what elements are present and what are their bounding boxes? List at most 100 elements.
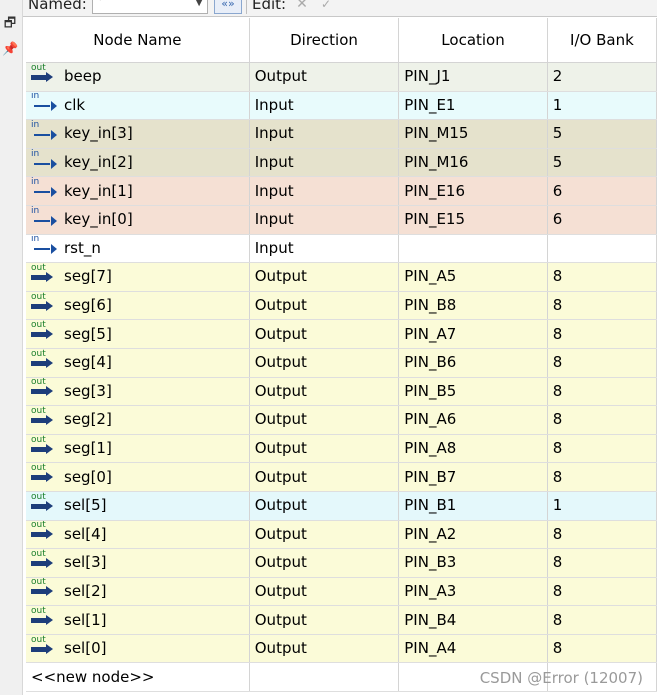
io-bank-cell[interactable]: 5 <box>547 148 657 178</box>
direction-cell[interactable]: Output <box>249 377 400 407</box>
io-bank-cell[interactable]: 6 <box>547 176 657 206</box>
node-name-cell[interactable]: out seg[1] <box>26 434 250 464</box>
node-name-cell[interactable]: out beep <box>26 62 250 92</box>
location-cell[interactable]: PIN_A7 <box>398 319 548 349</box>
io-bank-cell[interactable]: 8 <box>547 348 657 378</box>
empty-cell[interactable] <box>249 662 400 693</box>
location-cell[interactable]: PIN_A2 <box>398 520 548 550</box>
node-name-cell[interactable]: in key_in[3] <box>26 119 250 149</box>
node-name-cell[interactable]: out seg[4] <box>26 348 250 378</box>
location-cell[interactable]: PIN_B3 <box>398 548 548 578</box>
location-cell[interactable]: PIN_E15 <box>398 205 548 235</box>
io-bank-cell[interactable]: 8 <box>547 405 657 435</box>
table-row[interactable]: out seg[0] Output PIN_B7 8 <box>26 462 657 492</box>
location-cell[interactable]: PIN_E16 <box>398 176 548 206</box>
location-cell[interactable]: PIN_E1 <box>398 91 548 121</box>
location-cell[interactable]: PIN_B4 <box>398 605 548 635</box>
location-cell[interactable]: PIN_A3 <box>398 577 548 607</box>
node-name-cell[interactable]: out seg[2] <box>26 405 250 435</box>
location-cell[interactable]: PIN_B5 <box>398 377 548 407</box>
direction-cell[interactable]: Input <box>249 148 400 178</box>
table-row[interactable]: in rst_n Input <box>26 234 657 264</box>
table-row[interactable]: out seg[1] Output PIN_A8 8 <box>26 434 657 464</box>
direction-cell[interactable]: Output <box>249 577 400 607</box>
column-header-node-name[interactable]: Node Name <box>26 18 250 63</box>
cancel-edit-icon[interactable]: ✕ <box>292 0 312 14</box>
table-row[interactable]: out seg[5] Output PIN_A7 8 <box>26 319 657 349</box>
direction-cell[interactable]: Output <box>249 62 400 92</box>
table-row[interactable]: out seg[4] Output PIN_B6 8 <box>26 348 657 378</box>
node-name-cell[interactable]: in key_in[1] <box>26 176 250 206</box>
direction-cell[interactable]: Output <box>249 262 400 292</box>
node-name-cell[interactable]: out seg[3] <box>26 377 250 407</box>
accept-edit-icon[interactable]: ✓ <box>316 0 336 14</box>
chevron-down-icon[interactable]: ▼ <box>195 0 203 8</box>
io-bank-cell[interactable]: 8 <box>547 262 657 292</box>
node-name-cell[interactable]: out seg[7] <box>26 262 250 292</box>
io-bank-cell[interactable]: 8 <box>547 434 657 464</box>
location-cell[interactable]: PIN_A5 <box>398 262 548 292</box>
node-name-cell[interactable]: out seg[6] <box>26 291 250 321</box>
node-name-cell[interactable]: in rst_n <box>26 234 250 264</box>
io-bank-cell[interactable]: 8 <box>547 319 657 349</box>
node-name-cell[interactable]: in key_in[2] <box>26 148 250 178</box>
io-bank-cell[interactable]: 5 <box>547 119 657 149</box>
node-name-cell[interactable]: out sel[2] <box>26 577 250 607</box>
direction-cell[interactable]: Input <box>249 119 400 149</box>
node-name-cell[interactable]: out sel[1] <box>26 605 250 635</box>
table-row[interactable]: out seg[6] Output PIN_B8 8 <box>26 291 657 321</box>
io-bank-cell[interactable]: 8 <box>547 462 657 492</box>
direction-cell[interactable]: Output <box>249 491 400 521</box>
io-bank-cell[interactable]: 8 <box>547 377 657 407</box>
io-bank-cell[interactable]: 2 <box>547 62 657 92</box>
location-cell[interactable]: PIN_J1 <box>398 62 548 92</box>
direction-cell[interactable]: Output <box>249 634 400 664</box>
io-bank-cell[interactable]: 6 <box>547 205 657 235</box>
location-cell[interactable]: PIN_B7 <box>398 462 548 492</box>
io-bank-cell[interactable]: 8 <box>547 634 657 664</box>
io-bank-cell[interactable] <box>547 234 657 264</box>
node-name-cell[interactable]: in clk <box>26 91 250 121</box>
column-header-direction[interactable]: Direction <box>249 18 400 63</box>
direction-cell[interactable]: Output <box>249 348 400 378</box>
io-bank-cell[interactable]: 1 <box>547 491 657 521</box>
io-bank-cell[interactable]: 8 <box>547 577 657 607</box>
column-header-location[interactable]: Location <box>398 18 548 63</box>
io-bank-cell[interactable]: 8 <box>547 520 657 550</box>
direction-cell[interactable]: Output <box>249 319 400 349</box>
node-name-cell[interactable]: out seg[5] <box>26 319 250 349</box>
new-node-cell[interactable]: <<new node>> <box>26 662 250 693</box>
node-name-cell[interactable]: out sel[3] <box>26 548 250 578</box>
direction-cell[interactable]: Output <box>249 291 400 321</box>
table-row[interactable]: out sel[1] Output PIN_B4 8 <box>26 605 657 635</box>
table-row[interactable]: out seg[7] Output PIN_A5 8 <box>26 262 657 292</box>
direction-cell[interactable]: Input <box>249 205 400 235</box>
location-cell[interactable]: PIN_B6 <box>398 348 548 378</box>
pin-icon[interactable]: 📌 <box>2 42 18 58</box>
location-cell[interactable]: PIN_A8 <box>398 434 548 464</box>
location-cell[interactable]: PIN_B1 <box>398 491 548 521</box>
direction-cell[interactable]: Output <box>249 605 400 635</box>
column-header-io-bank[interactable]: I/O Bank <box>547 18 657 63</box>
io-bank-cell[interactable]: 8 <box>547 548 657 578</box>
direction-cell[interactable]: Input <box>249 234 400 264</box>
location-cell[interactable] <box>398 234 548 264</box>
table-row[interactable]: out sel[0] Output PIN_A4 8 <box>26 634 657 664</box>
node-name-cell[interactable]: out sel[4] <box>26 520 250 550</box>
direction-cell[interactable]: Input <box>249 91 400 121</box>
restore-window-icon[interactable]: 🗗 <box>2 16 18 32</box>
node-name-cell[interactable]: out seg[0] <box>26 462 250 492</box>
table-row[interactable]: out sel[5] Output PIN_B1 1 <box>26 491 657 521</box>
table-row[interactable]: out seg[2] Output PIN_A6 8 <box>26 405 657 435</box>
location-cell[interactable]: PIN_B8 <box>398 291 548 321</box>
node-name-cell[interactable]: in key_in[0] <box>26 205 250 235</box>
direction-cell[interactable]: Output <box>249 405 400 435</box>
location-cell[interactable]: PIN_A4 <box>398 634 548 664</box>
direction-cell[interactable]: Output <box>249 434 400 464</box>
table-row[interactable]: out sel[3] Output PIN_B3 8 <box>26 548 657 578</box>
node-name-cell[interactable]: out sel[5] <box>26 491 250 521</box>
table-row[interactable]: out beep Output PIN_J1 2 <box>26 62 657 92</box>
location-cell[interactable]: PIN_M16 <box>398 148 548 178</box>
table-row[interactable]: in key_in[2] Input PIN_M16 5 <box>26 148 657 178</box>
direction-cell[interactable]: Output <box>249 520 400 550</box>
